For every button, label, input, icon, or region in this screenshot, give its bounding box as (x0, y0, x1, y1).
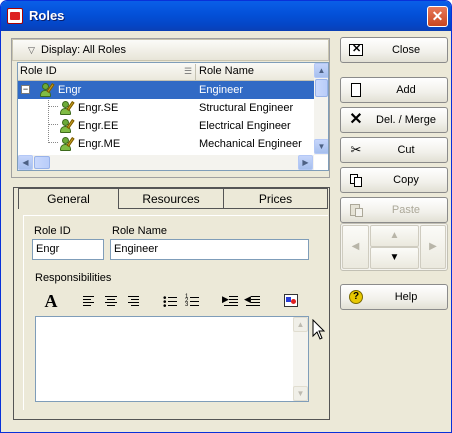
font-icon[interactable]: A (41, 291, 61, 311)
scroll-up-icon[interactable]: ▲ (314, 63, 328, 78)
title-bar[interactable]: Roles ✕ (1, 1, 451, 31)
help-button-label: Help (394, 291, 418, 303)
role-name-cell: Electrical Engineer (199, 120, 291, 132)
delete-merge-button[interactable]: ✕ Del. / Merge (340, 107, 448, 133)
scroll-right-icon[interactable]: ▶ (298, 155, 313, 170)
role-id-field[interactable]: Engr (32, 239, 104, 260)
close-button-label: Close (391, 44, 421, 56)
tab-general[interactable]: General (18, 188, 119, 209)
chevron-down-icon[interactable]: ▽ (28, 45, 35, 56)
scissors-icon: ✂ (350, 142, 362, 157)
column-header-role-id[interactable]: Role ID (20, 65, 57, 77)
app-icon (7, 8, 23, 24)
close-window-icon: ✕ (348, 42, 364, 58)
grid-header: Role ID ☰ Role Name (18, 63, 314, 81)
roles-window: Roles ✕ ▽ Display: All Roles Role ID ☰ R… (0, 0, 452, 433)
scroll-thumb[interactable] (34, 156, 50, 169)
tab-prices[interactable]: Prices (224, 188, 328, 209)
align-center-icon[interactable] (101, 291, 121, 311)
table-row[interactable]: Engr.ME Mechanical Engineer (18, 135, 314, 153)
scroll-down-icon[interactable]: ▼ (293, 386, 308, 401)
paste-button[interactable]: Paste (340, 197, 448, 223)
role-id-cell: Engr.SE (78, 102, 119, 114)
display-filter-label: Display: All Roles (41, 44, 126, 56)
move-right-icon[interactable]: ▶ (420, 225, 446, 269)
role-icon (59, 100, 75, 116)
editor-vertical-scrollbar[interactable]: ▲ ▼ (293, 317, 308, 401)
grid-horizontal-scrollbar[interactable]: ◀ ▶ (18, 155, 314, 170)
role-name-label: Role Name (112, 225, 168, 237)
role-name-field[interactable]: Engineer (110, 239, 309, 260)
move-left-icon[interactable]: ◀ (342, 225, 369, 269)
move-up-icon[interactable]: ▲ (370, 225, 419, 247)
scroll-left-icon[interactable]: ◀ (18, 155, 33, 170)
new-document-icon (348, 82, 364, 98)
role-id-cell: Engr.EE (78, 120, 119, 132)
align-right-icon[interactable] (123, 291, 143, 311)
role-id-label: Role ID (34, 225, 71, 237)
role-id-cell: Engr.ME (78, 138, 121, 150)
paste-button-label: Paste (391, 204, 421, 216)
add-button-label: Add (396, 84, 416, 96)
table-row[interactable]: − Engr Engineer (18, 81, 314, 99)
role-id-cell: Engr (58, 84, 82, 96)
indent-icon[interactable]: ▶ (221, 291, 241, 311)
responsibilities-editor[interactable]: ▲ ▼ (35, 316, 309, 402)
outdent-icon[interactable]: ◀ (243, 291, 263, 311)
help-button[interactable]: ? Help (340, 284, 448, 310)
delete-merge-button-label: Del. / Merge (376, 114, 436, 126)
cut-button-label: Cut (397, 144, 415, 156)
column-header-role-name[interactable]: Role Name (199, 65, 254, 77)
column-options-icon[interactable]: ☰ (184, 66, 192, 77)
table-row[interactable]: Engr.SE Structural Engineer (18, 99, 314, 117)
cut-button[interactable]: ✂ Cut (340, 137, 448, 163)
close-button[interactable]: ✕ Close (340, 37, 448, 63)
collapse-icon[interactable]: − (21, 85, 30, 94)
grid-vertical-scrollbar[interactable]: ▲ ▼ (314, 63, 328, 155)
role-name-cell: Mechanical Engineer (199, 138, 302, 150)
scroll-up-icon[interactable]: ▲ (293, 317, 308, 332)
color-picker-icon[interactable] (281, 291, 301, 311)
align-left-icon[interactable] (79, 291, 99, 311)
roles-grid[interactable]: Role ID ☰ Role Name − Engr Engineer Engr… (17, 62, 329, 171)
close-icon[interactable]: ✕ (427, 6, 448, 27)
role-icon (59, 118, 75, 134)
role-icon (39, 82, 55, 98)
move-navigation-pad: ◀ ▲ ▼ ▶ (340, 223, 448, 271)
tab-resources[interactable]: Resources (119, 188, 224, 209)
move-down-icon[interactable]: ▼ (370, 247, 419, 269)
role-name-cell: Engineer (199, 84, 244, 96)
rich-text-toolbar: A • • • 1 2 3 ▶ ◀ (35, 288, 309, 314)
scroll-down-icon[interactable]: ▼ (314, 139, 328, 154)
copy-button[interactable]: Copy (340, 167, 448, 193)
question-icon: ? (348, 289, 364, 305)
numbered-list-icon[interactable]: 1 2 3 (183, 291, 203, 311)
role-icon (59, 136, 75, 152)
window-title: Roles (29, 8, 65, 23)
table-row[interactable]: Engr.EE Electrical Engineer (18, 117, 314, 135)
copy-icon (348, 172, 364, 188)
x-icon: ✕ (349, 111, 363, 128)
role-name-cell: Structural Engineer (199, 102, 294, 114)
responsibilities-label: Responsibilities (35, 272, 112, 284)
scroll-thumb[interactable] (315, 79, 328, 97)
add-button[interactable]: Add (340, 77, 448, 103)
mouse-pointer-icon (312, 319, 326, 340)
copy-button-label: Copy (393, 174, 419, 186)
bullet-list-icon[interactable]: • • • (161, 291, 181, 312)
display-filter-bar[interactable]: ▽ Display: All Roles (12, 39, 329, 61)
paste-icon (348, 202, 364, 218)
